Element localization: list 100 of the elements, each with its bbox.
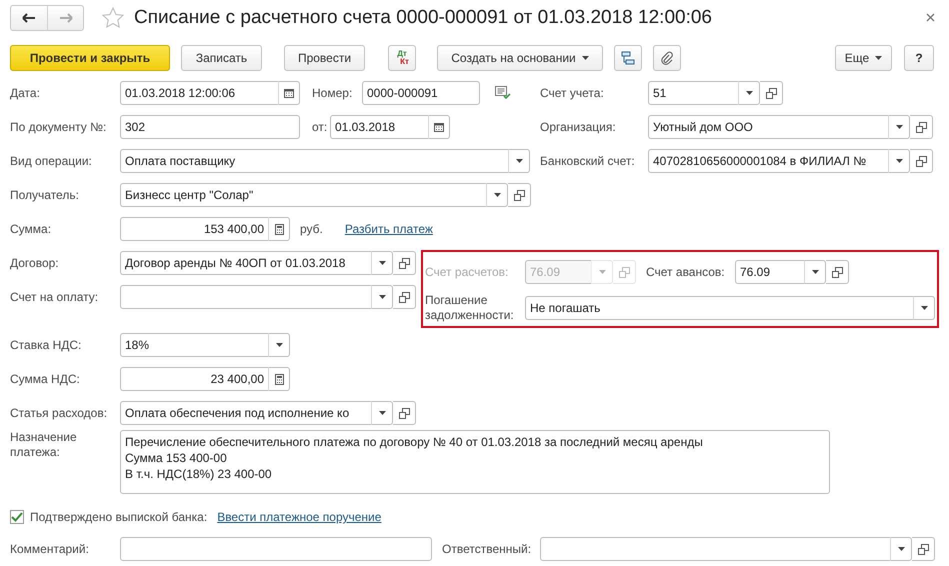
open-button[interactable] xyxy=(760,81,783,105)
field-label: Ставка НДС: xyxy=(10,338,82,352)
caret-icon xyxy=(598,270,606,274)
field-label: Номер: xyxy=(312,86,354,100)
dropdown-button[interactable] xyxy=(486,183,508,207)
more-button[interactable]: Еще xyxy=(835,45,892,71)
dropdown-button[interactable] xyxy=(371,285,393,309)
caret-icon xyxy=(896,125,902,129)
postings-button[interactable]: Дт Кт xyxy=(388,45,416,71)
open-button[interactable] xyxy=(508,183,531,207)
help-button[interactable]: ? xyxy=(904,45,934,71)
caret-icon xyxy=(378,261,386,265)
comment-field[interactable] xyxy=(120,537,432,561)
vat-amount-field[interactable]: 23 400,00 xyxy=(120,367,268,391)
calendar-icon xyxy=(434,122,444,132)
field-label: Ответственный: xyxy=(442,542,532,556)
field-label: Счет расчетов: xyxy=(425,264,510,280)
open-button[interactable] xyxy=(393,401,416,425)
field-label: Договор: xyxy=(10,256,60,270)
caret-icon xyxy=(875,56,882,60)
payment-purpose-field[interactable]: Перечисление обеспечительного платежа по договору № 40 от 01.03.2018 за последний месяц аренды Сумма 153 400-00 В т.ч. НДС(18%) 23 400-00 xyxy=(120,430,830,494)
field-label: Вид операции: xyxy=(10,154,93,168)
open-icon xyxy=(398,292,410,302)
responsible-field[interactable] xyxy=(540,537,890,561)
caret-icon xyxy=(920,306,928,310)
close-icon[interactable] xyxy=(926,13,935,22)
contract-field[interactable]: Договор аренды № 40ОП от 01.03.2018 xyxy=(120,251,371,275)
calendar-button[interactable] xyxy=(428,115,450,139)
caret-icon xyxy=(378,411,386,415)
open-button[interactable] xyxy=(393,285,416,309)
caret-icon xyxy=(378,295,386,299)
open-button[interactable] xyxy=(910,149,933,173)
open-button[interactable] xyxy=(393,251,416,275)
save-button[interactable]: Записать xyxy=(181,45,262,71)
caret-icon xyxy=(494,193,500,197)
post-button[interactable]: Провести xyxy=(284,45,365,71)
number-field[interactable]: 0000-000091 xyxy=(362,81,480,105)
dropdown-button[interactable] xyxy=(888,149,910,173)
checkbox[interactable] xyxy=(10,510,24,524)
dropdown-button[interactable] xyxy=(268,333,290,357)
field-label: Погашение задолженности: xyxy=(425,293,515,323)
star-icon[interactable] xyxy=(102,7,124,28)
create-based-on-button[interactable]: Создать на основании xyxy=(437,45,603,71)
open-button[interactable] xyxy=(910,115,933,139)
dropdown-button[interactable] xyxy=(508,149,530,173)
dropdown-button[interactable] xyxy=(371,401,393,425)
dropdown-button[interactable] xyxy=(913,296,935,320)
calculator-icon xyxy=(274,224,284,234)
field-label: Получатель: xyxy=(10,188,80,202)
vat-rate-field[interactable]: 18% xyxy=(120,333,268,357)
caret-icon xyxy=(812,270,818,274)
dropdown-button[interactable] xyxy=(804,260,826,284)
caret-icon xyxy=(896,159,902,163)
calculator-button[interactable] xyxy=(268,367,290,391)
advance-account-field[interactable]: 76.09 xyxy=(735,260,804,284)
document-check-icon[interactable] xyxy=(495,86,511,100)
field-label: Счет авансов: xyxy=(646,264,726,280)
amount-field[interactable]: 153 400,00 xyxy=(120,217,268,241)
caret-icon xyxy=(746,91,752,95)
dropdown-button[interactable] xyxy=(738,81,760,105)
attach-button[interactable] xyxy=(653,45,681,71)
calculator-icon xyxy=(274,374,284,384)
split-payment-link[interactable]: Разбить платеж xyxy=(344,222,433,236)
dropdown-button[interactable] xyxy=(371,251,393,275)
open-icon xyxy=(618,266,630,278)
bank-account-field[interactable]: 40702810656000001084 в ФИЛИАЛ № xyxy=(648,149,888,173)
paperclip-icon xyxy=(661,51,673,65)
caret-icon xyxy=(582,56,589,60)
expense-item-field[interactable]: Оплата обеспечения под исполнение ко xyxy=(120,401,371,425)
structure-button[interactable] xyxy=(614,45,642,71)
calculator-button[interactable] xyxy=(268,217,290,241)
calendar-button[interactable] xyxy=(278,81,300,105)
open-icon xyxy=(398,408,410,418)
hierarchy-icon xyxy=(621,51,635,65)
dropdown-button[interactable] xyxy=(890,537,912,561)
document-number-field[interactable]: 302 xyxy=(120,115,300,139)
debt-repayment-field[interactable]: Не погашать xyxy=(525,296,913,320)
caret-icon xyxy=(516,159,522,163)
invoice-field[interactable] xyxy=(120,285,371,309)
payment-order-link[interactable]: Ввести платежное поручение xyxy=(217,510,382,524)
date-field[interactable]: 01.03.2018 xyxy=(330,115,428,139)
dropdown-button[interactable] xyxy=(888,115,910,139)
field-label: Счет учета: xyxy=(540,86,605,100)
checkbox-label: Подтверждено выпиской банка: xyxy=(30,510,208,524)
field-label: Назначение платежа: xyxy=(10,430,78,460)
field-label: Банковский счет: xyxy=(540,154,636,168)
field-label: Дата: xyxy=(10,86,41,100)
organization-field[interactable]: Уютный дом ООО xyxy=(648,115,888,139)
field-label: Организация: xyxy=(540,120,617,134)
recipient-field[interactable]: Бизнесс центр "Солар" xyxy=(120,183,486,207)
operation-type-field[interactable]: Оплата поставщику xyxy=(120,149,508,173)
open-icon xyxy=(916,156,926,166)
open-button[interactable] xyxy=(826,260,849,284)
field-label: Сумма: xyxy=(10,222,52,236)
open-icon xyxy=(916,122,926,132)
post-and-close-button[interactable]: Провести и закрыть xyxy=(10,45,170,71)
field-label: Счет на оплату: xyxy=(10,290,100,304)
account-field[interactable]: 51 xyxy=(648,81,738,105)
date-field[interactable]: 01.03.2018 12:00:06 xyxy=(120,81,278,105)
open-button[interactable] xyxy=(912,537,935,561)
